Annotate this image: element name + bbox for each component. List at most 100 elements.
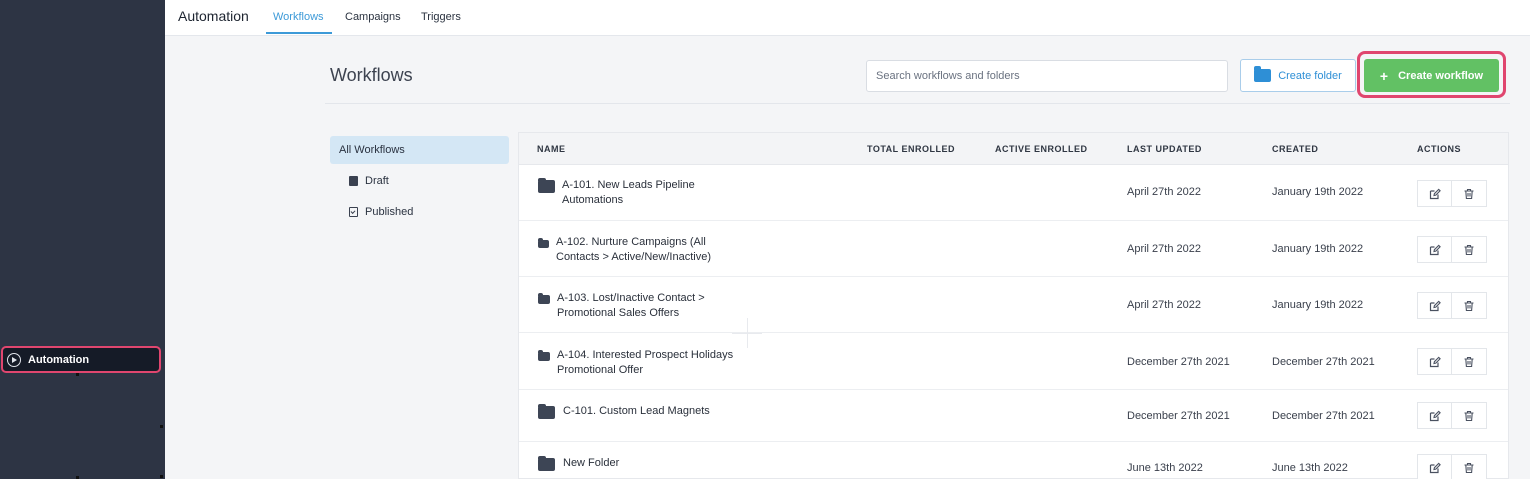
workflow-name[interactable]: A-101. New Leads Pipeline Automations bbox=[538, 178, 695, 208]
last-updated: December 27th 2021 bbox=[1127, 410, 1230, 422]
name-line-1: A-104. Interested Prospect Holidays bbox=[557, 349, 734, 361]
filter-draft[interactable]: Draft bbox=[349, 175, 389, 187]
row-actions bbox=[1417, 454, 1487, 479]
last-updated: December 27th 2021 bbox=[1127, 356, 1230, 368]
header-divider bbox=[325, 103, 1510, 104]
row-actions bbox=[1417, 180, 1487, 207]
edit-button[interactable] bbox=[1417, 236, 1452, 263]
edit-icon bbox=[1429, 410, 1441, 421]
name-line-1: A-102. Nurture Campaigns (All bbox=[556, 236, 706, 248]
table-row[interactable]: C-101. Custom Lead Magnets December 27th… bbox=[519, 390, 1508, 442]
app-title: Automation bbox=[178, 8, 249, 24]
filter-label: Draft bbox=[365, 175, 389, 187]
table-row[interactable]: New Folder June 13th 2022 June 13th 2022 bbox=[519, 442, 1508, 479]
row-actions bbox=[1417, 348, 1487, 375]
edit-button[interactable] bbox=[1417, 180, 1452, 207]
column-header-total-enrolled[interactable]: TOTAL ENROLLED bbox=[867, 144, 955, 154]
delete-button[interactable] bbox=[1452, 348, 1487, 375]
folder-icon bbox=[538, 293, 550, 304]
created-date: December 27th 2021 bbox=[1272, 356, 1375, 368]
sidebar-item-automation[interactable]: Automation bbox=[1, 346, 161, 373]
play-circle-icon bbox=[7, 352, 21, 367]
page-title: Workflows bbox=[330, 65, 413, 85]
created-date: January 19th 2022 bbox=[1272, 243, 1364, 255]
workflow-name-text: A-102. Nurture Campaigns (All Contacts > … bbox=[556, 235, 711, 265]
last-updated: April 27th 2022 bbox=[1127, 299, 1201, 311]
folder-icon bbox=[538, 456, 555, 471]
sidebar-item-label: Automation bbox=[28, 353, 90, 366]
edit-icon bbox=[1429, 462, 1441, 473]
trash-icon bbox=[1464, 462, 1474, 473]
edit-icon bbox=[1429, 356, 1441, 367]
delete-button[interactable] bbox=[1452, 236, 1487, 263]
edit-button[interactable] bbox=[1417, 454, 1452, 479]
workflow-name[interactable]: A-103. Lost/Inactive Contact > Promotiona… bbox=[538, 291, 705, 321]
filter-label: Published bbox=[365, 206, 414, 218]
workflow-name-text: A-101. New Leads Pipeline Automations bbox=[562, 178, 695, 208]
create-folder-label: Create folder bbox=[1278, 69, 1342, 82]
created-date: January 19th 2022 bbox=[1272, 299, 1364, 311]
trash-icon bbox=[1464, 356, 1474, 367]
column-header-name[interactable]: NAME bbox=[537, 144, 566, 154]
tab-triggers[interactable]: Triggers bbox=[421, 11, 461, 23]
filter-published[interactable]: Published bbox=[349, 206, 413, 218]
edit-button[interactable] bbox=[1417, 292, 1452, 319]
cursor-crosshair bbox=[732, 333, 762, 334]
last-updated: April 27th 2022 bbox=[1127, 186, 1201, 198]
workflow-name[interactable]: A-104. Interested Prospect Holidays Promo… bbox=[538, 348, 733, 378]
delete-button[interactable] bbox=[1452, 292, 1487, 319]
created-date: December 27th 2021 bbox=[1272, 410, 1375, 422]
name-line-2: Promotional Offer bbox=[557, 364, 644, 376]
folder-icon bbox=[538, 178, 555, 193]
sidebar: Automation bbox=[0, 0, 165, 479]
delete-button[interactable] bbox=[1452, 402, 1487, 429]
folder-icon bbox=[538, 404, 555, 419]
edit-icon bbox=[1429, 244, 1441, 255]
table-row[interactable]: A-101. New Leads Pipeline Automations Apr… bbox=[519, 165, 1508, 221]
column-header-last-updated[interactable]: LAST UPDATED bbox=[1127, 144, 1202, 154]
table-row[interactable]: A-103. Lost/Inactive Contact > Promotiona… bbox=[519, 277, 1508, 333]
name-line-2: Promotional Sales Offers bbox=[557, 307, 680, 319]
top-nav: Automation Workflows Campaigns Triggers bbox=[165, 0, 1530, 36]
name-line-2: Contacts > Active/New/Inactive) bbox=[556, 251, 711, 263]
row-actions bbox=[1417, 402, 1487, 429]
divider-mark bbox=[160, 475, 163, 478]
trash-icon bbox=[1464, 244, 1474, 255]
column-header-active-enrolled[interactable]: ACTIVE ENROLLED bbox=[995, 144, 1088, 154]
create-folder-button[interactable]: Create folder bbox=[1240, 59, 1356, 92]
workflow-name-text: A-103. Lost/Inactive Contact > Promotiona… bbox=[557, 291, 705, 321]
folder-icon bbox=[538, 238, 549, 248]
workflow-name[interactable]: C-101. Custom Lead Magnets bbox=[538, 404, 710, 419]
column-header-actions: ACTIONS bbox=[1417, 144, 1461, 154]
table-row[interactable]: A-102. Nurture Campaigns (All Contacts > … bbox=[519, 221, 1508, 277]
create-workflow-button[interactable]: + Create workflow bbox=[1364, 59, 1499, 92]
last-updated: April 27th 2022 bbox=[1127, 243, 1201, 255]
name-line-1: C-101. Custom Lead Magnets bbox=[563, 405, 710, 417]
folder-icon bbox=[538, 350, 550, 361]
delete-button[interactable] bbox=[1452, 454, 1487, 479]
created-date: June 13th 2022 bbox=[1272, 462, 1348, 474]
search-input[interactable] bbox=[866, 60, 1228, 92]
folder-icon bbox=[1254, 66, 1272, 82]
workflow-name[interactable]: A-102. Nurture Campaigns (All Contacts > … bbox=[538, 235, 711, 265]
divider-mark bbox=[160, 425, 163, 428]
column-header-created[interactable]: CREATED bbox=[1272, 144, 1318, 154]
edit-icon bbox=[1429, 188, 1441, 199]
tab-workflows[interactable]: Workflows bbox=[273, 11, 324, 23]
draft-icon bbox=[349, 176, 358, 186]
divider-mark bbox=[76, 373, 79, 376]
workflows-table: NAME TOTAL ENROLLED ACTIVE ENROLLED LAST… bbox=[518, 132, 1509, 479]
workflow-name[interactable]: New Folder bbox=[538, 456, 619, 471]
active-tab-indicator bbox=[266, 32, 332, 34]
filter-all-workflows[interactable]: All Workflows bbox=[330, 136, 509, 164]
name-line-1: A-101. New Leads Pipeline bbox=[562, 179, 695, 191]
workflow-name-text: A-104. Interested Prospect Holidays Promo… bbox=[557, 348, 733, 378]
edit-button[interactable] bbox=[1417, 348, 1452, 375]
table-row[interactable]: A-104. Interested Prospect Holidays Promo… bbox=[519, 333, 1508, 390]
name-line-1: New Folder bbox=[563, 457, 620, 469]
tab-campaigns[interactable]: Campaigns bbox=[345, 11, 401, 23]
row-actions bbox=[1417, 236, 1487, 263]
delete-button[interactable] bbox=[1452, 180, 1487, 207]
name-line-2: Automations bbox=[562, 194, 624, 206]
edit-button[interactable] bbox=[1417, 402, 1452, 429]
